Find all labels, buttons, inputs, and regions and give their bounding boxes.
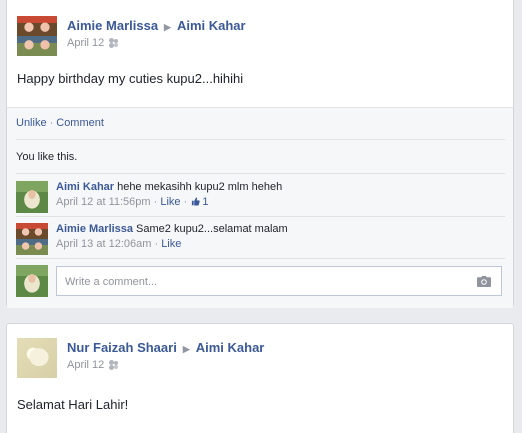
comment-author-link[interactable]: Aimie Marlissa xyxy=(56,223,133,235)
divider xyxy=(16,139,505,140)
story-header: Nur Faizah Shaari ▶ Aimi Kahar April 12 xyxy=(17,338,497,378)
comment-like-link[interactable]: Like xyxy=(161,238,181,250)
friends-icon[interactable] xyxy=(109,38,119,47)
story-meta: April 12 xyxy=(67,359,119,371)
separator-dot: · xyxy=(49,117,54,129)
comment-like-link[interactable]: Like xyxy=(160,196,180,208)
author-avatar[interactable] xyxy=(17,16,57,56)
comment-text: hehe mekasihh kupu2 mlm heheh xyxy=(117,181,283,193)
camera-icon[interactable] xyxy=(477,276,491,287)
story-title: Nur Faizah Shaari ▶ Aimi Kahar xyxy=(67,340,264,355)
story-meta: April 12 xyxy=(67,37,119,49)
author-name-link[interactable]: Nur Faizah Shaari xyxy=(67,340,177,355)
thumbs-up-icon[interactable] xyxy=(191,197,201,206)
feedback-area: Unlike · Comment You like this. Aimi Kahar… xyxy=(7,107,513,308)
separator-dot: · xyxy=(153,196,158,208)
comment-meta: April 13 at 12:06am · Like xyxy=(56,238,181,250)
comment-link[interactable]: Comment xyxy=(56,117,104,129)
target-name-link[interactable]: Aimi Kahar xyxy=(177,18,246,33)
comment-composer: Write a comment... xyxy=(16,265,502,299)
arrow-right-icon: ▶ xyxy=(182,344,190,354)
story-title: Aimie Marlissa ▶ Aimi Kahar xyxy=(67,18,246,33)
viewer-avatar xyxy=(16,265,48,297)
comment-body: Aimi Kahar hehe mekasihh kupu2 mlm heheh xyxy=(56,181,282,193)
timestamp-link[interactable]: April 12 xyxy=(67,37,104,49)
likes-summary: You like this. xyxy=(16,151,78,163)
arrow-right-icon: ▶ xyxy=(164,22,171,32)
divider xyxy=(16,173,505,174)
comment-like-count[interactable]: 1 xyxy=(202,196,208,208)
author-avatar[interactable] xyxy=(17,338,57,378)
action-links: Unlike · Comment xyxy=(16,117,104,129)
divider xyxy=(16,216,505,217)
comment-timestamp[interactable]: April 12 at 11:56pm xyxy=(56,196,151,208)
comment-item: Aimi Kahar hehe mekasihh kupu2 mlm heheh … xyxy=(16,181,496,215)
separator-dot: · xyxy=(183,196,188,208)
separator-dot: · xyxy=(154,238,159,250)
unlike-link[interactable]: Unlike xyxy=(16,117,47,129)
commenter-avatar[interactable] xyxy=(16,181,48,213)
comment-text: Same2 kupu2...selamat malam xyxy=(136,223,288,235)
comment-timestamp[interactable]: April 13 at 12:06am xyxy=(56,238,151,250)
comment-input[interactable]: Write a comment... xyxy=(56,266,502,296)
friends-icon[interactable] xyxy=(109,360,119,369)
comment-meta: April 12 at 11:56pm · Like · 1 xyxy=(56,196,208,208)
post-text: Happy birthday my cuties kupu2...hihihi xyxy=(17,71,244,86)
comment-input-placeholder: Write a comment... xyxy=(65,276,158,288)
divider xyxy=(16,258,505,259)
timestamp-link[interactable]: April 12 xyxy=(67,359,104,371)
news-feed-stream: Aimie Marlissa ▶ Aimi Kahar April 12 Happy… xyxy=(0,0,522,433)
author-name-link[interactable]: Aimie Marlissa xyxy=(67,18,158,33)
story-card: Aimie Marlissa ▶ Aimi Kahar April 12 Happy… xyxy=(6,0,514,308)
comment-item: Aimie Marlissa Same2 kupu2...selamat mala… xyxy=(16,223,496,257)
commenter-avatar[interactable] xyxy=(16,223,48,255)
post-text: Selamat Hari Lahir! xyxy=(17,397,129,412)
story-header: Aimie Marlissa ▶ Aimi Kahar April 12 xyxy=(17,16,497,56)
comment-body: Aimie Marlissa Same2 kupu2...selamat mala… xyxy=(56,223,288,235)
comment-author-link[interactable]: Aimi Kahar xyxy=(56,181,114,193)
story-card: Nur Faizah Shaari ▶ Aimi Kahar April 12 Se… xyxy=(6,323,514,433)
target-name-link[interactable]: Aimi Kahar xyxy=(196,340,265,355)
